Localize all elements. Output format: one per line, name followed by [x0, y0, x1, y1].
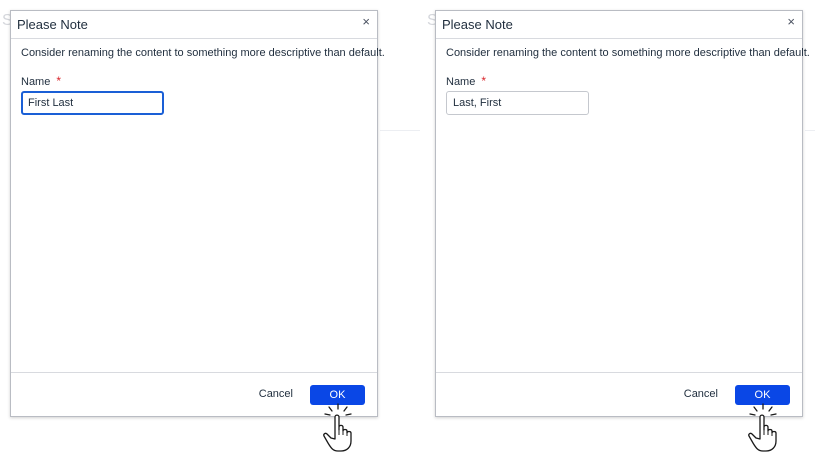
- name-field-label: Name *: [446, 74, 486, 88]
- name-field-label: Name *: [21, 74, 61, 88]
- background-divider: [380, 130, 420, 131]
- background-text-fragment: S: [427, 12, 438, 29]
- background-divider: [805, 130, 815, 131]
- dialog-header: Please Note ×: [436, 11, 802, 39]
- dialog-title: Please Note: [17, 17, 88, 32]
- ok-button[interactable]: OK: [735, 385, 790, 405]
- close-icon[interactable]: ×: [787, 15, 795, 29]
- close-icon[interactable]: ×: [362, 15, 370, 29]
- dialog-title: Please Note: [442, 17, 513, 32]
- cancel-button[interactable]: Cancel: [259, 388, 293, 400]
- rename-dialog-left: Please Note × Consider renaming the cont…: [10, 10, 385, 417]
- rename-dialog-right: Please Note × Consider renaming the cont…: [435, 10, 810, 417]
- name-input[interactable]: [21, 91, 164, 115]
- dialog-message: Consider renaming the content to somethi…: [21, 47, 385, 59]
- hand-pointer-icon: [748, 403, 777, 452]
- hand-pointer-icon: [323, 403, 352, 452]
- required-asterisk: *: [56, 74, 62, 88]
- name-label-text: Name: [21, 76, 51, 88]
- name-label-text: Name: [446, 76, 476, 88]
- dialog-body: Consider renaming the content to somethi…: [436, 39, 810, 373]
- background-text-fragment: S: [2, 12, 13, 29]
- dialog-message: Consider renaming the content to somethi…: [446, 47, 810, 59]
- required-asterisk: *: [481, 74, 487, 88]
- name-input[interactable]: [446, 91, 589, 115]
- ok-button[interactable]: OK: [310, 385, 365, 405]
- cancel-button[interactable]: Cancel: [684, 388, 718, 400]
- dialog-body: Consider renaming the content to somethi…: [11, 39, 385, 373]
- dialog-header: Please Note ×: [11, 11, 377, 39]
